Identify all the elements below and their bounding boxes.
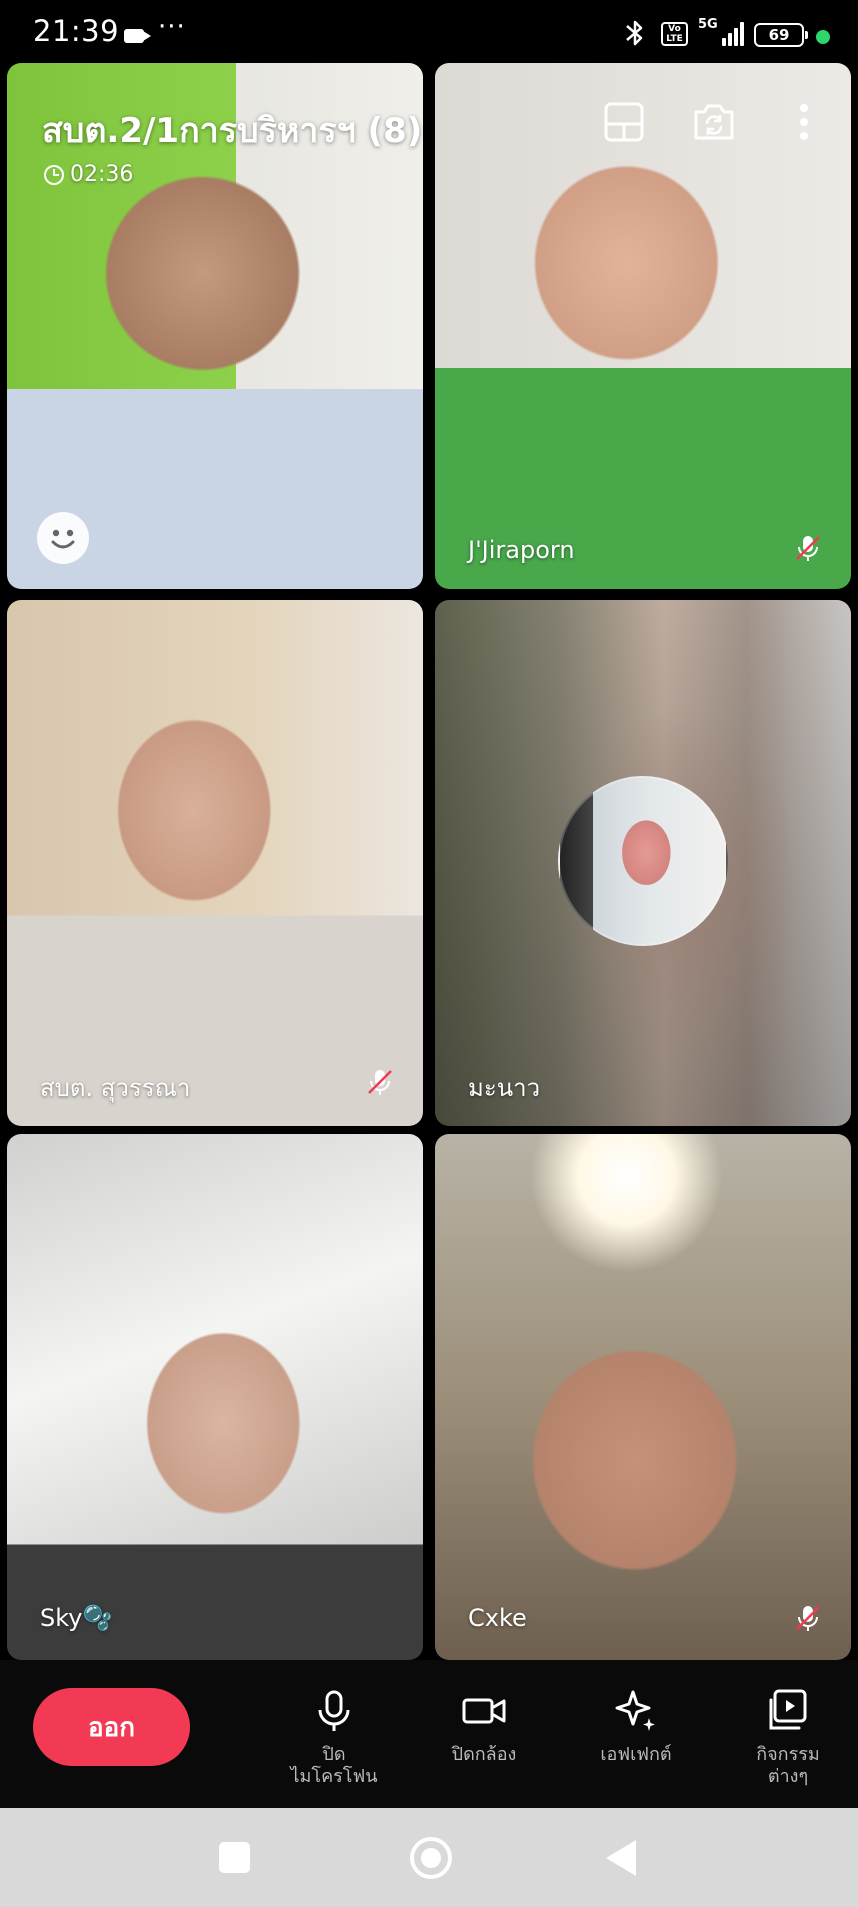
screen-record-icon xyxy=(124,29,151,43)
battery-icon: 69 xyxy=(754,23,808,47)
camera-toggle-label: ปิดกล้อง xyxy=(451,1744,517,1765)
activities-button[interactable]: กิจกรรม ต่างๆ xyxy=(738,1688,838,1788)
signal-icon xyxy=(722,22,746,46)
participant-name: มะนาว xyxy=(468,1074,541,1102)
volte-icon: Vo LTE xyxy=(661,22,688,46)
mic-off-icon xyxy=(792,1602,824,1634)
call-toolbar: ออก ปิด ไมโครโฟน ปิดกล้อง เอฟเฟกต์ กิจกร… xyxy=(0,1660,858,1808)
participant-name: Cxke xyxy=(468,1604,527,1632)
recents-button[interactable] xyxy=(219,1842,250,1873)
activities-label: กิจกรรม ต่างๆ xyxy=(756,1744,820,1787)
emoji-icon[interactable] xyxy=(37,512,89,564)
participant-name: สบต. สุวรรณา xyxy=(40,1074,191,1102)
camera-toggle-button[interactable]: ปิดกล้อง xyxy=(434,1688,534,1766)
participant-name: Sky🫧 xyxy=(40,1604,113,1632)
effects-label: เอฟเฟกต์ xyxy=(600,1744,672,1765)
sparkle-icon xyxy=(615,1690,655,1731)
call-duration-text: 02:36 xyxy=(70,162,134,187)
leave-call-button[interactable]: ออก xyxy=(33,1688,190,1766)
home-button[interactable] xyxy=(410,1837,452,1879)
clock-icon xyxy=(44,164,64,185)
call-duration: 02:36 xyxy=(44,162,133,187)
status-more-icon: ··· xyxy=(158,12,186,42)
effects-button[interactable]: เอฟเฟกต์ xyxy=(586,1688,686,1766)
mic-toggle-button[interactable]: ปิด ไมโครโฟน xyxy=(284,1688,384,1788)
participant-avatar-bubble xyxy=(558,776,728,946)
activities-icon xyxy=(769,1689,807,1730)
status-time: 21:39 xyxy=(33,14,120,48)
back-button[interactable] xyxy=(606,1840,636,1876)
status-bar: 21:39 ··· Vo LTE 5G 69 xyxy=(0,0,858,62)
video-camera-icon xyxy=(462,1698,506,1724)
network-type: 5G xyxy=(698,17,718,32)
bluetooth-icon xyxy=(624,18,646,55)
switch-camera-icon[interactable] xyxy=(690,98,738,146)
system-navigation-bar xyxy=(0,1808,858,1907)
mic-toggle-label: ปิด ไมโครโฟน xyxy=(290,1744,378,1787)
video-tile-participant[interactable] xyxy=(7,1134,423,1660)
mic-off-icon xyxy=(364,1066,396,1098)
video-tile-participant[interactable] xyxy=(435,1134,851,1660)
microphone-icon xyxy=(318,1690,350,1731)
participant-name: J'Jiraporn xyxy=(468,536,575,564)
layout-icon[interactable] xyxy=(600,98,648,146)
privacy-indicator xyxy=(816,30,830,44)
mic-off-icon xyxy=(792,532,824,564)
call-title: สบต.2/1การบริหารฯ (8) xyxy=(42,111,423,151)
more-options-icon[interactable] xyxy=(780,98,828,146)
video-tile-participant[interactable] xyxy=(7,600,423,1126)
